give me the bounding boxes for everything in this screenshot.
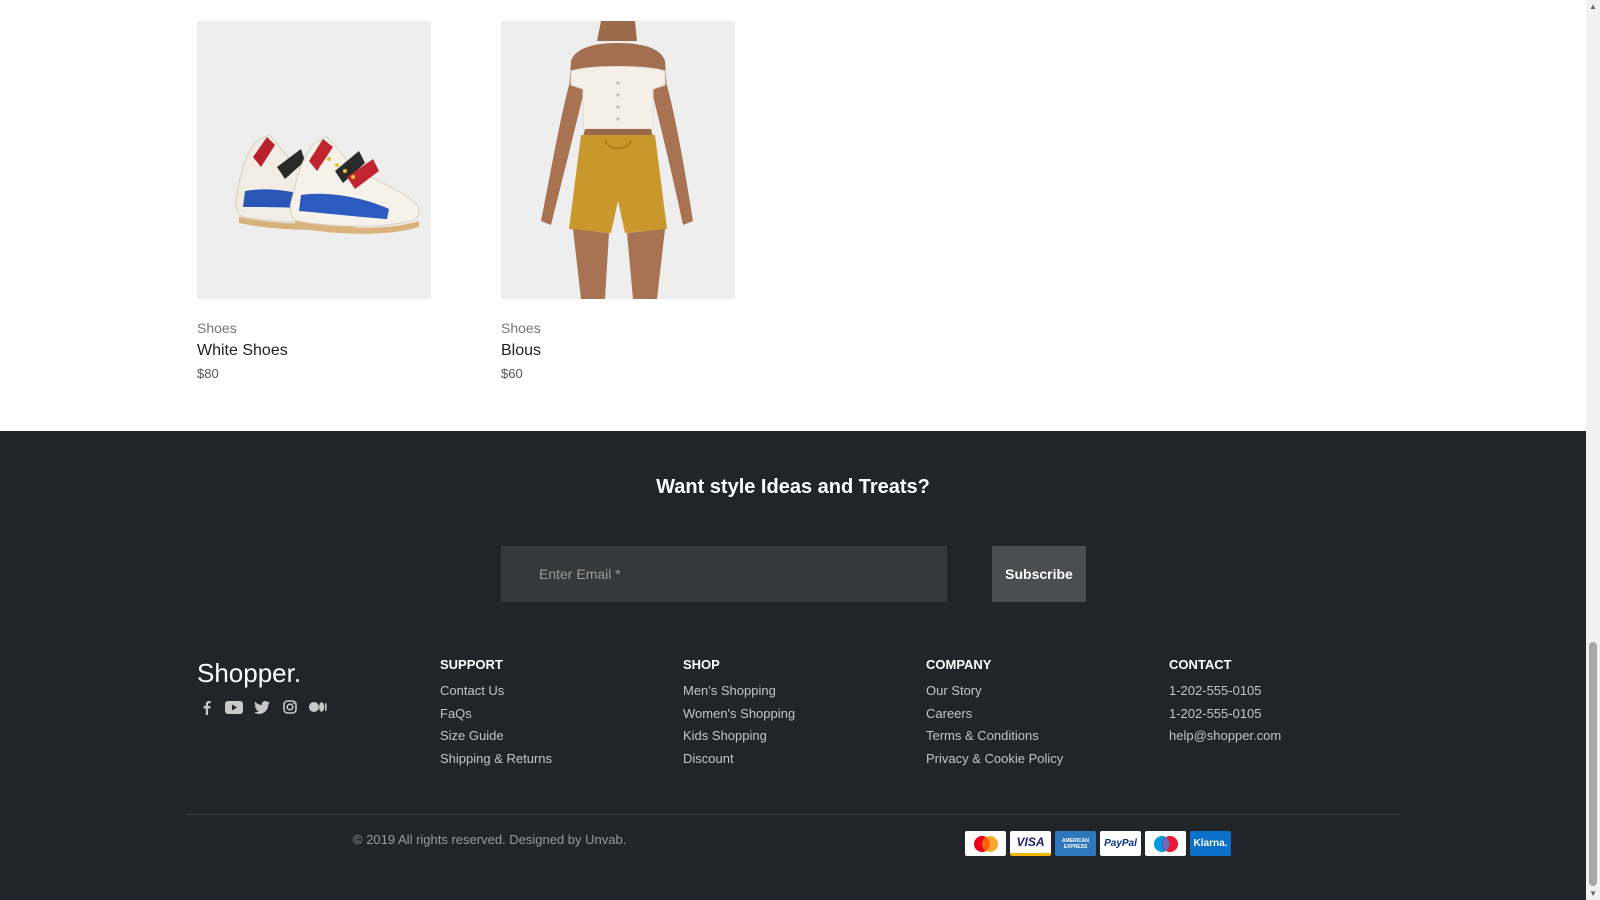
- payment-methods: VISA AMERICAN EXPRESS PayPal Klarna.: [965, 831, 1231, 856]
- mastercard-icon: [965, 831, 1006, 856]
- product-card-white-shoes[interactable]: Shoes White Shoes $80: [197, 21, 431, 381]
- product-name[interactable]: Blous: [501, 342, 735, 360]
- product-category: Shoes: [501, 320, 541, 336]
- paypal-icon: PayPal: [1100, 831, 1141, 856]
- footer-contact-phone[interactable]: 1-202-555-0105: [1169, 680, 1281, 703]
- email-input[interactable]: [501, 546, 947, 602]
- footer-link-our-story[interactable]: Our Story: [926, 680, 1063, 703]
- newsletter-title: Want style Ideas and Treats?: [656, 476, 930, 498]
- footer-heading: SUPPORT: [440, 657, 503, 672]
- footer-heading: COMPANY: [926, 657, 992, 672]
- instagram-icon[interactable]: [281, 699, 299, 715]
- footer-contact-email[interactable]: help@shopper.com: [1169, 725, 1281, 748]
- brand-logo[interactable]: Shopper.: [197, 658, 301, 689]
- footer-link-faqs[interactable]: FaQs: [440, 703, 552, 726]
- amex-icon: AMERICAN EXPRESS: [1055, 831, 1096, 856]
- footer-col-contact: CONTACT 1-202-555-0105 1-202-555-0105 he…: [1169, 657, 1281, 748]
- footer-col-shop: SHOP Men's Shopping Women's Shopping Kid…: [683, 657, 795, 770]
- footer-col-company: COMPANY Our Story Careers Terms & Condit…: [926, 657, 1063, 770]
- product-card-blous[interactable]: Shoes Blous $60: [501, 21, 735, 381]
- product-price: $80: [197, 366, 219, 381]
- social-links: [197, 699, 327, 715]
- scrollbar-thumb[interactable]: [1589, 642, 1597, 886]
- subscribe-button[interactable]: Subscribe: [992, 546, 1086, 602]
- page-viewport: Shoes White Shoes $80 Shoes Blous $60 Wa…: [0, 0, 1586, 900]
- vertical-scrollbar[interactable]: ▲ ▼: [1586, 0, 1600, 900]
- youtube-icon[interactable]: [225, 699, 243, 715]
- product-image-blous[interactable]: [501, 21, 735, 299]
- maestro-icon: [1145, 831, 1186, 856]
- footer-link-kids[interactable]: Kids Shopping: [683, 725, 795, 748]
- footer-heading: CONTACT: [1169, 657, 1232, 672]
- product-grid: Shoes White Shoes $80 Shoes Blous $60: [0, 0, 1586, 431]
- klarna-icon: Klarna.: [1190, 831, 1231, 856]
- copyright-text: © 2019 All rights reserved. Designed by …: [353, 832, 627, 847]
- product-category: Shoes: [197, 320, 237, 336]
- scroll-down-arrow-icon[interactable]: ▼: [1589, 889, 1597, 898]
- product-image-white-shoes[interactable]: [197, 21, 431, 299]
- footer-link-womens[interactable]: Women's Shopping: [683, 703, 795, 726]
- footer-link-discount[interactable]: Discount: [683, 748, 795, 771]
- footer-link-size-guide[interactable]: Size Guide: [440, 725, 552, 748]
- facebook-icon[interactable]: [197, 699, 215, 715]
- site-footer: Want style Ideas and Treats? Subscribe S…: [0, 431, 1586, 900]
- footer-heading: SHOP: [683, 657, 720, 672]
- product-price: $60: [501, 366, 523, 381]
- footer-link-careers[interactable]: Careers: [926, 703, 1063, 726]
- visa-icon: VISA: [1010, 831, 1051, 856]
- scroll-up-arrow-icon[interactable]: ▲: [1589, 2, 1597, 11]
- twitter-icon[interactable]: [253, 699, 271, 715]
- medium-icon[interactable]: [309, 699, 327, 715]
- product-name[interactable]: White Shoes: [197, 342, 431, 360]
- footer-link-shipping-returns[interactable]: Shipping & Returns: [440, 748, 552, 771]
- footer-link-mens[interactable]: Men's Shopping: [683, 680, 795, 703]
- footer-link-contact-us[interactable]: Contact Us: [440, 680, 552, 703]
- footer-link-privacy[interactable]: Privacy & Cookie Policy: [926, 748, 1063, 771]
- footer-col-support: SUPPORT Contact Us FaQs Size Guide Shipp…: [440, 657, 552, 770]
- footer-link-terms[interactable]: Terms & Conditions: [926, 725, 1063, 748]
- footer-contact-phone[interactable]: 1-202-555-0105: [1169, 703, 1281, 726]
- footer-divider: [186, 814, 1400, 815]
